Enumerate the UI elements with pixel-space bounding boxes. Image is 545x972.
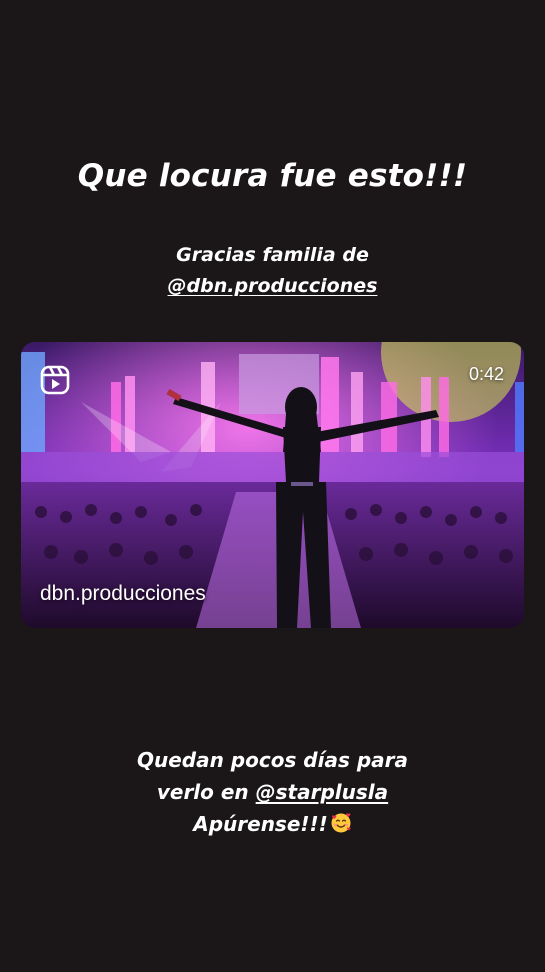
mention-starplusla[interactable]: @starplusla [256,780,389,804]
thanks-text: Gracias familia de @dbn.producciones [0,240,545,302]
smiling-face-with-hearts-icon [331,813,351,833]
thanks-line: Gracias familia de [176,244,369,266]
closing-line-3: Apúrense!!! [0,808,545,840]
closing-line-2: verlo en @starplusla [0,776,545,808]
closing-line-3-text: Apúrense!!! [193,812,328,836]
closing-text: Quedan pocos días para verlo en @starplu… [0,744,545,840]
shared-reel-card[interactable]: 0:42 dbn.producciones [21,342,524,628]
reels-icon [40,365,70,395]
story-headline: Que locura fue esto!!! [77,158,468,194]
reel-duration: 0:42 [468,364,504,384]
reel-account-name[interactable]: dbn.producciones [40,582,206,606]
closing-line-1: Quedan pocos días para [136,748,409,772]
mention-dbn-producciones[interactable]: @dbn.producciones [168,275,378,297]
closing-line-2-prefix: verlo en [156,780,256,804]
story-frame: Que locura fue esto!!! Gracias familia d… [0,0,545,972]
